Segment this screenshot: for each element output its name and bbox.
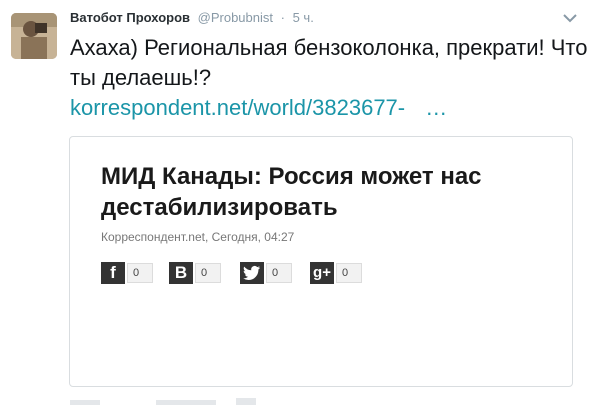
- share-count: 0: [195, 263, 221, 283]
- author-name[interactable]: Ватобот Прохоров: [70, 10, 190, 25]
- tweet-text: Ахаха) Региональная бензоколонка, прекра…: [70, 33, 590, 123]
- tweet-link-text: korrespondent.net/world/3823677-: [70, 95, 406, 120]
- link-card[interactable]: МИД Канады: Россия может нас дестабилизи…: [69, 136, 573, 387]
- tweet-link[interactable]: korrespondent.net/world/3823677- …: [70, 95, 447, 120]
- separator: ·: [280, 10, 285, 25]
- author-handle[interactable]: @Probubnist: [198, 10, 273, 25]
- card-title[interactable]: МИД Канады: Россия может нас дестабилизи…: [101, 161, 561, 223]
- tweet-body: Ахаха) Региональная бензоколонка, прекра…: [70, 35, 588, 90]
- twitter-icon: [240, 262, 264, 284]
- facebook-icon: f: [101, 262, 125, 284]
- vkontakte-icon: B: [169, 262, 193, 284]
- timestamp[interactable]: 5 ч.: [293, 10, 314, 25]
- truncated-next-line: [70, 396, 330, 405]
- tweet-header: Ватобот Прохоров @Probubnist · 5 ч.: [70, 10, 314, 25]
- avatar[interactable]: [11, 13, 57, 59]
- chevron-down-icon[interactable]: [562, 12, 578, 24]
- share-count: 0: [266, 263, 292, 283]
- card-meta: Корреспондент.net, Сегодня, 04:27: [101, 230, 295, 244]
- google-plus-icon: g+: [310, 262, 334, 284]
- share-count: 0: [127, 263, 153, 283]
- share-count: 0: [336, 263, 362, 283]
- tweet-link-ellipsis: …: [425, 95, 448, 120]
